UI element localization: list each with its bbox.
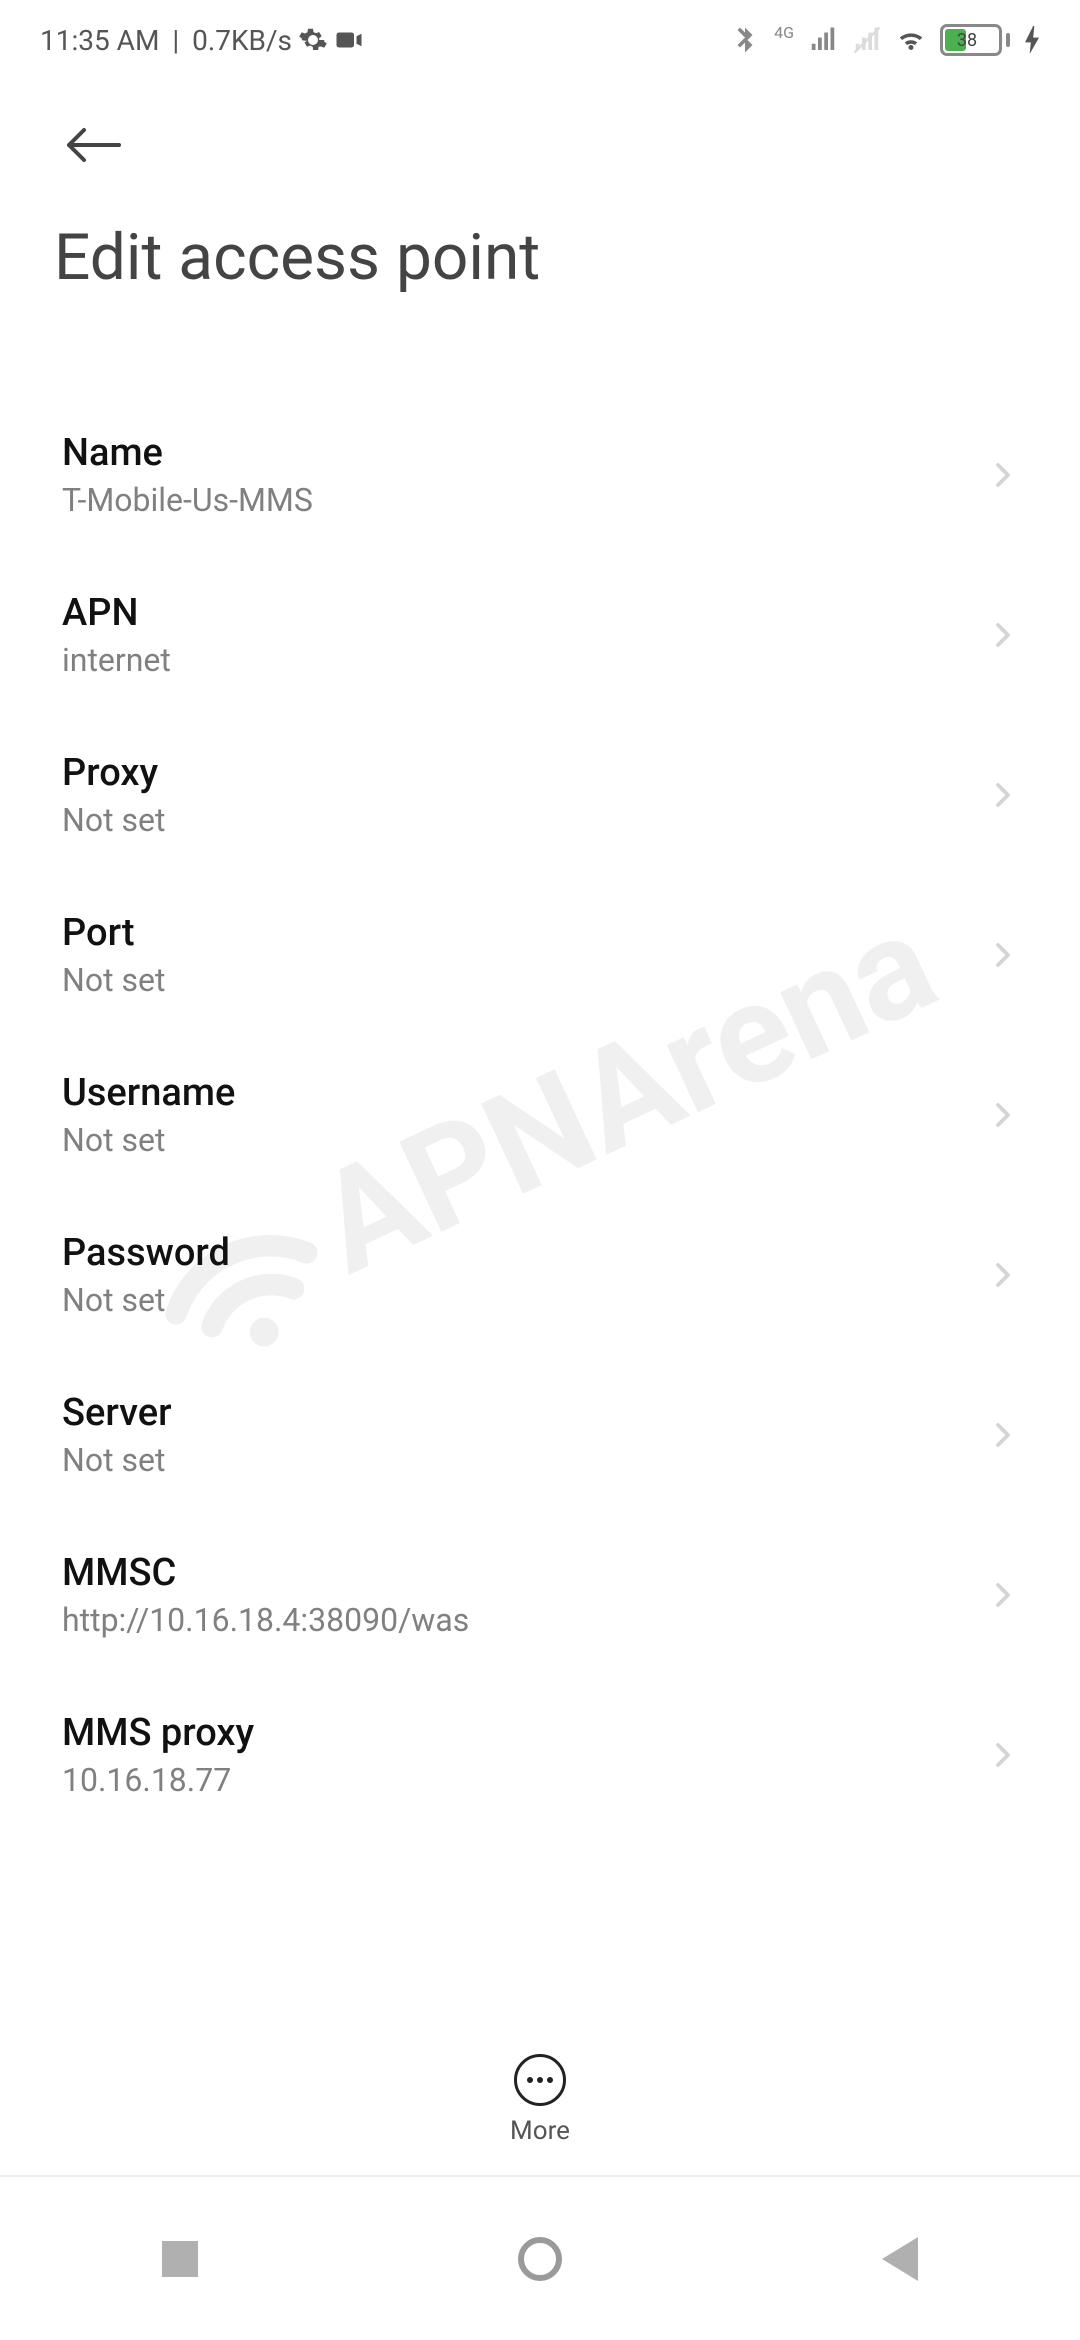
chevron-right-icon [988,780,1018,810]
setting-value: 10.16.18.77 [62,1761,254,1799]
nav-recent-button[interactable] [154,2233,206,2285]
status-time: 11:35 AM [40,24,159,57]
bottom-action-bar: More [0,2025,1080,2175]
setting-row-proxy[interactable]: Proxy Not set [0,715,1080,875]
circle-icon [518,2237,562,2281]
back-button[interactable] [64,110,134,180]
status-left: 11:35 AM | 0.7KB/s [40,24,364,57]
setting-label: MMSC [62,1551,469,1595]
setting-row-username[interactable]: Username Not set [0,1035,1080,1195]
chevron-right-icon [988,940,1018,970]
video-icon [334,25,364,55]
wifi-icon [896,25,926,55]
chevron-right-icon [988,460,1018,490]
setting-row-mms-proxy[interactable]: MMS proxy 10.16.18.77 [0,1675,1080,1835]
setting-label: Server [62,1391,172,1435]
signal-sim2-icon [852,25,882,55]
battery-percentage: 38 [957,30,977,51]
status-speed: 0.7KB/s [192,24,292,57]
more-button[interactable]: More [510,2054,570,2146]
setting-label: APN [62,591,171,635]
header: Edit access point [0,80,1080,315]
setting-label: Proxy [62,751,165,795]
setting-value: Not set [62,961,165,999]
setting-label: Port [62,911,165,955]
more-icon [514,2054,566,2106]
setting-value: http://10.16.18.4:38090/was [62,1601,469,1639]
setting-row-server[interactable]: Server Not set [0,1355,1080,1515]
bottom-fade [0,1985,1080,2025]
arrow-left-icon [64,125,124,165]
chevron-right-icon [988,620,1018,650]
chevron-right-icon [988,1420,1018,1450]
bluetooth-icon [730,25,760,55]
gear-icon [298,25,328,55]
battery-indicator: 38 [940,24,1010,56]
more-label: More [510,2116,570,2146]
setting-row-password[interactable]: Password Not set [0,1195,1080,1355]
setting-row-apn[interactable]: APN internet [0,555,1080,715]
setting-label: Name [62,431,313,475]
square-icon [162,2241,198,2277]
settings-list: Name T-Mobile-Us-MMS APN internet Proxy … [0,395,1080,1835]
setting-label: MMS proxy [62,1711,254,1755]
setting-label: Password [62,1231,230,1275]
setting-value: Not set [62,801,165,839]
setting-value: Not set [62,1441,172,1479]
chevron-right-icon [988,1580,1018,1610]
network-4g-label: 4G [774,23,794,42]
chevron-right-icon [988,1740,1018,1770]
setting-value: Not set [62,1281,230,1319]
chevron-right-icon [988,1100,1018,1130]
setting-row-name[interactable]: Name T-Mobile-Us-MMS [0,395,1080,555]
nav-back-button[interactable] [874,2233,926,2285]
page-title: Edit access point [54,220,1026,295]
triangle-left-icon [882,2237,918,2281]
status-divider: | [165,24,186,57]
status-bar: 11:35 AM | 0.7KB/s 4G 38 [0,0,1080,80]
setting-value: Not set [62,1121,235,1159]
status-right: 4G 38 [730,24,1040,56]
setting-row-port[interactable]: Port Not set [0,875,1080,1035]
setting-row-mmsc[interactable]: MMSC http://10.16.18.4:38090/was [0,1515,1080,1675]
nav-home-button[interactable] [514,2233,566,2285]
setting-value: internet [62,641,171,679]
signal-sim1-icon [808,25,838,55]
setting-value: T-Mobile-Us-MMS [62,481,313,519]
system-nav-bar [0,2175,1080,2340]
charging-bolt-icon [1024,26,1040,54]
chevron-right-icon [988,1260,1018,1290]
setting-label: Username [62,1071,235,1115]
